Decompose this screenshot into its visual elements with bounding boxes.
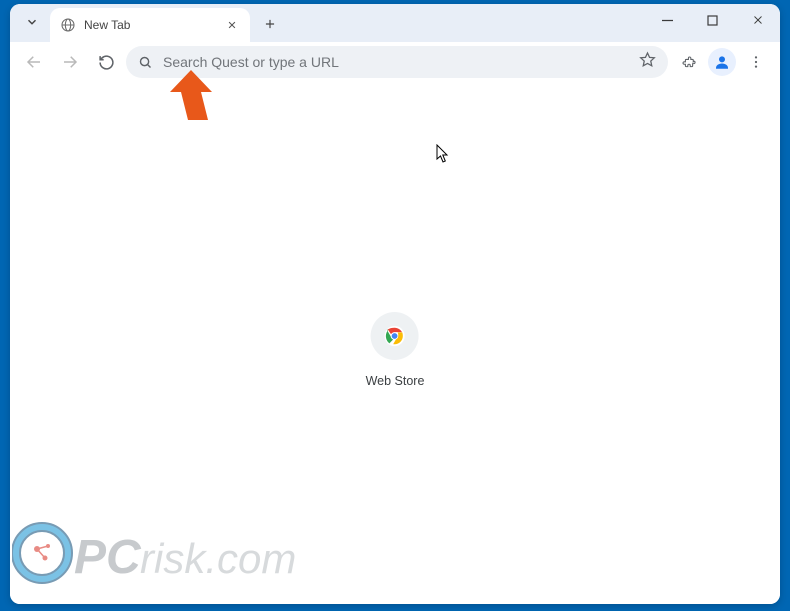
shortcut-icon-wrap bbox=[371, 312, 419, 360]
avatar bbox=[708, 48, 736, 76]
reload-icon bbox=[98, 54, 115, 71]
reload-button[interactable] bbox=[90, 46, 122, 78]
tab-title: New Tab bbox=[84, 18, 216, 32]
toolbar bbox=[10, 42, 780, 82]
profile-button[interactable] bbox=[706, 46, 738, 78]
close-icon bbox=[227, 20, 237, 30]
tab-close-button[interactable] bbox=[224, 17, 240, 33]
new-tab-button[interactable] bbox=[256, 10, 284, 38]
window-minimize-button[interactable] bbox=[645, 4, 690, 36]
chevron-down-icon bbox=[25, 15, 39, 29]
globe-icon bbox=[60, 17, 76, 33]
plus-icon bbox=[263, 17, 277, 31]
star-icon bbox=[639, 51, 656, 68]
tab-active[interactable]: New Tab bbox=[50, 8, 250, 42]
address-input[interactable] bbox=[163, 54, 629, 70]
window-maximize-button[interactable] bbox=[690, 4, 735, 36]
bookmark-button[interactable] bbox=[639, 51, 656, 73]
extensions-button[interactable] bbox=[672, 46, 704, 78]
shortcut-tile[interactable]: Web Store bbox=[366, 312, 425, 388]
window-controls bbox=[645, 4, 780, 42]
omnibox[interactable] bbox=[126, 46, 668, 78]
minimize-icon bbox=[662, 15, 673, 26]
search-icon bbox=[138, 55, 153, 70]
close-icon bbox=[752, 14, 764, 26]
browser-window: New Tab bbox=[10, 4, 780, 604]
extensions-icon bbox=[680, 54, 697, 71]
more-vertical-icon bbox=[748, 54, 764, 70]
nav-forward-button[interactable] bbox=[54, 46, 86, 78]
tab-strip: New Tab bbox=[10, 4, 780, 42]
arrow-left-icon bbox=[25, 53, 43, 71]
toolbar-right bbox=[672, 46, 772, 78]
new-tab-page: Web Store bbox=[10, 82, 780, 604]
maximize-icon bbox=[707, 15, 718, 26]
search-tabs-button[interactable] bbox=[18, 8, 46, 36]
menu-button[interactable] bbox=[740, 46, 772, 78]
person-icon bbox=[713, 53, 731, 71]
arrow-right-icon bbox=[61, 53, 79, 71]
chrome-webstore-icon bbox=[384, 325, 406, 347]
window-close-button[interactable] bbox=[735, 4, 780, 36]
nav-back-button[interactable] bbox=[18, 46, 50, 78]
shortcut-label: Web Store bbox=[366, 374, 425, 388]
